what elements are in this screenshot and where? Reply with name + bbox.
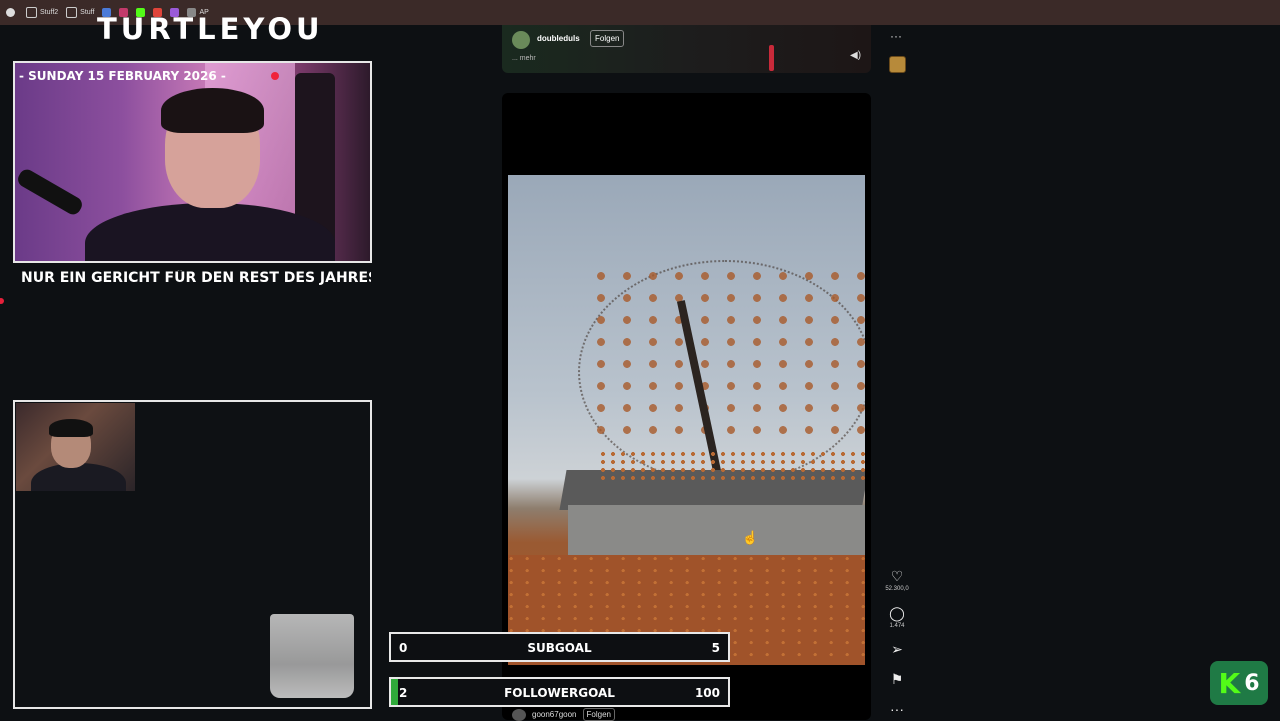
avatar[interactable] bbox=[512, 708, 526, 721]
recording-dot-icon bbox=[271, 72, 279, 80]
video-thumbnail-detail bbox=[769, 45, 774, 71]
send-icon[interactable]: ➢ bbox=[884, 641, 910, 658]
follow-button[interactable]: Folgen bbox=[582, 708, 615, 721]
ellipsis-icon[interactable]: ··· bbox=[884, 701, 910, 717]
followergoal-max: 100 bbox=[694, 686, 720, 700]
volume-icon[interactable]: ◀) bbox=[850, 50, 861, 61]
streamer-hair bbox=[161, 88, 264, 133]
room-camera-inset bbox=[16, 403, 135, 491]
save-action[interactable]: ⚑ bbox=[884, 671, 910, 688]
creator-avatar[interactable] bbox=[889, 56, 906, 73]
comment-icon[interactable]: ◯ bbox=[884, 605, 910, 622]
indicator-dot-icon bbox=[0, 298, 4, 304]
hand-cursor-icon: ☝ bbox=[742, 530, 759, 545]
followergoal-bar: 2 FOLLOWERGOAL 100 bbox=[389, 677, 730, 707]
subgoal-max: 5 bbox=[711, 641, 720, 655]
next-post-username[interactable]: goon67goon bbox=[532, 710, 577, 719]
previous-post[interactable]: doubleduls Folgen ... mehr ◀) bbox=[502, 25, 871, 73]
chrome-icon bbox=[6, 8, 15, 17]
drinking-glass bbox=[270, 614, 354, 698]
person-body bbox=[31, 463, 126, 491]
video-frame bbox=[508, 175, 865, 665]
person-hair bbox=[49, 419, 93, 437]
webcam-main: - SUNDAY 15 FEBRUARY 2026 - bbox=[13, 61, 372, 263]
more-options-icon[interactable]: ··· bbox=[890, 29, 902, 43]
bookmark-icon[interactable]: ⚑ bbox=[884, 671, 910, 688]
more-link[interactable]: ... mehr bbox=[512, 55, 536, 62]
more-actions[interactable]: ··· bbox=[884, 701, 910, 717]
bookmark-folder-stuff[interactable]: Stuff bbox=[64, 7, 96, 18]
post-username[interactable]: doubleduls bbox=[537, 34, 580, 43]
kick-logo-icon: K bbox=[1218, 666, 1241, 700]
like-count: 52.300,0 bbox=[885, 586, 909, 592]
bookmark-item[interactable] bbox=[4, 8, 20, 17]
channel-title: TURTLEYOU bbox=[97, 12, 324, 46]
microphone-icon bbox=[15, 166, 85, 218]
webcam-secondary bbox=[13, 400, 372, 709]
subgoal-label: SUBGOAL bbox=[527, 641, 592, 655]
kick-badge: K 6 bbox=[1210, 661, 1268, 705]
date-label: - SUNDAY 15 FEBRUARY 2026 - bbox=[19, 69, 226, 83]
bookmark-folder-stuff2[interactable]: Stuff2 bbox=[24, 7, 60, 18]
folder-icon bbox=[66, 7, 78, 18]
follow-button[interactable]: Folgen bbox=[590, 30, 625, 47]
heart-icon[interactable]: ♡ bbox=[884, 568, 910, 585]
next-post-header[interactable]: goon67goon Folgen bbox=[512, 708, 615, 721]
avatar[interactable] bbox=[512, 31, 530, 49]
subgoal-bar: 0 SUBGOAL 5 bbox=[389, 632, 730, 662]
chickens-on-roof bbox=[598, 450, 865, 482]
action-rail: ··· ♡ 52.300,0 ◯ 1.474 ➢ ⚑ ··· bbox=[884, 25, 910, 720]
house bbox=[568, 505, 865, 560]
ticker-text: NUR EIN GERICHT FÜR DEN REST DES JAHRES … bbox=[21, 270, 371, 286]
followergoal-label: FOLLOWERGOAL bbox=[504, 686, 615, 700]
comment-count: 1.474 bbox=[889, 623, 905, 629]
comment-action[interactable]: ◯ 1.474 bbox=[884, 605, 910, 629]
chickens-in-tree bbox=[588, 265, 865, 435]
folder-icon bbox=[26, 7, 37, 18]
video-player[interactable] bbox=[502, 93, 871, 720]
share-action[interactable]: ➢ bbox=[884, 641, 910, 658]
kick-badge-number: 6 bbox=[1244, 670, 1260, 696]
like-action[interactable]: ♡ 52.300,0 bbox=[884, 568, 910, 592]
